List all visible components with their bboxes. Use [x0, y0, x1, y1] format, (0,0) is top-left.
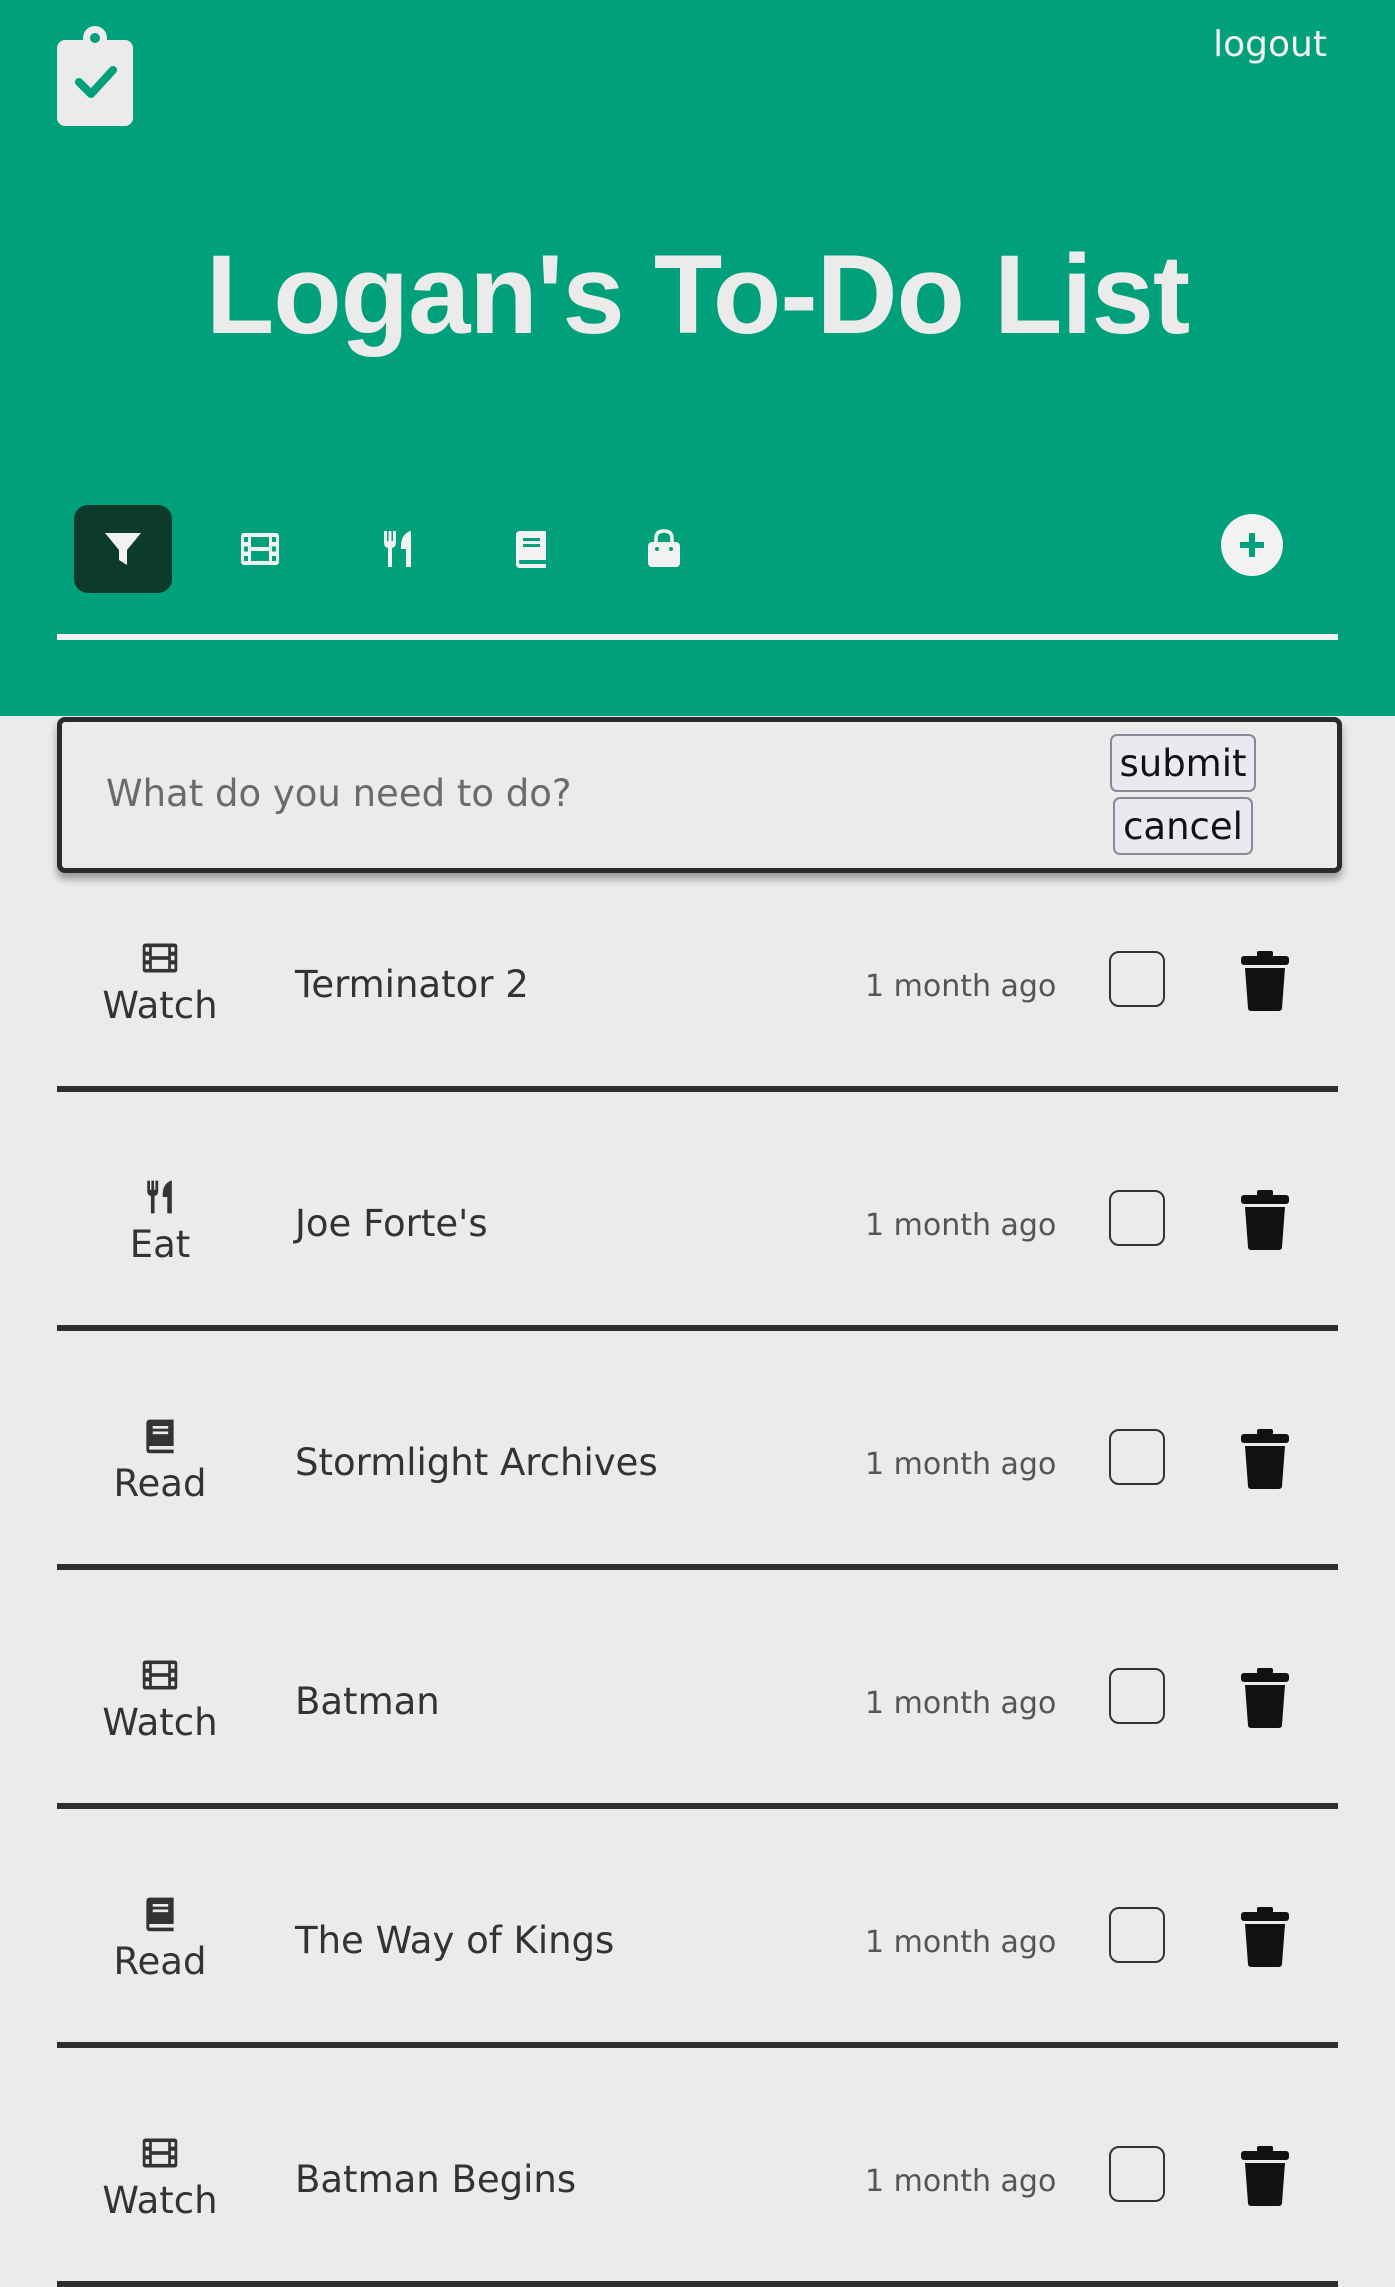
todo-timestamp: 1 month ago [865, 1208, 1057, 1243]
trash-icon[interactable] [1240, 1906, 1290, 1968]
cancel-button[interactable]: cancel [1113, 797, 1253, 855]
plus-circle-icon [1240, 533, 1264, 557]
todo-category-label: Watch [102, 1701, 218, 1744]
filter-icon [105, 533, 141, 565]
new-todo-form: submit cancel [57, 717, 1342, 873]
todo-input[interactable] [104, 762, 1008, 824]
logout-link[interactable]: logout [1213, 24, 1327, 65]
header: logout Logan's To-Do List [0, 0, 1395, 716]
trash-icon[interactable] [1240, 1189, 1290, 1251]
utensils-icon [147, 1180, 172, 1214]
todo-divider [57, 2281, 1338, 2287]
add-todo-button[interactable] [1221, 514, 1283, 576]
todo-item: Watch Batman Begins 1 month ago [57, 2048, 1338, 2287]
todo-complete-checkbox[interactable] [1109, 951, 1165, 1007]
todo-complete-checkbox[interactable] [1109, 1190, 1165, 1246]
page-title: Logan's To-Do List [205, 232, 1190, 357]
film-icon [142, 1660, 178, 1690]
todo-complete-checkbox[interactable] [1109, 1668, 1165, 1724]
clipboard-check-icon [57, 26, 133, 126]
todo-timestamp: 1 month ago [865, 1686, 1057, 1721]
todo-name: Terminator 2 [295, 963, 529, 1006]
filter-watch-button[interactable] [211, 505, 309, 593]
trash-icon[interactable] [1240, 2145, 1290, 2207]
todo-category-label: Eat [129, 1223, 191, 1266]
submit-button[interactable]: submit [1110, 734, 1256, 792]
todo-name: Stormlight Archives [295, 1441, 658, 1484]
filter-eat-button[interactable] [349, 505, 447, 593]
filter-shop-button[interactable] [615, 505, 713, 593]
todo-category-label: Read [113, 1462, 207, 1505]
book-icon [146, 1897, 174, 1932]
film-icon [241, 533, 279, 565]
shopping-bag-icon [648, 529, 680, 567]
trash-icon[interactable] [1240, 1428, 1290, 1490]
filter-read-button[interactable] [482, 505, 580, 593]
todo-complete-checkbox[interactable] [1109, 1429, 1165, 1485]
todo-item: Read The Way of Kings 1 month ago [57, 1809, 1338, 2048]
todo-item: Watch Terminator 2 1 month ago [57, 853, 1338, 1092]
todo-category-label: Watch [102, 984, 218, 1027]
todo-timestamp: 1 month ago [865, 2164, 1057, 2199]
todo-timestamp: 1 month ago [865, 1447, 1057, 1482]
todo-timestamp: 1 month ago [865, 1925, 1057, 1960]
utensils-icon [384, 531, 411, 567]
todo-item: Read Stormlight Archives 1 month ago [57, 1331, 1338, 1570]
todo-item: Watch Batman 1 month ago [57, 1570, 1338, 1809]
todo-timestamp: 1 month ago [865, 969, 1057, 1004]
filter-all-button[interactable] [74, 505, 172, 593]
trash-icon[interactable] [1240, 950, 1290, 1012]
todo-name: Batman [295, 1680, 440, 1723]
film-icon [142, 2138, 178, 2168]
film-icon [142, 943, 178, 973]
todo-category-label: Watch [102, 2179, 218, 2222]
trash-icon[interactable] [1240, 1667, 1290, 1729]
book-icon [516, 531, 546, 568]
todo-name: The Way of Kings [295, 1919, 615, 1962]
book-icon [146, 1419, 174, 1454]
header-divider [57, 634, 1338, 640]
todo-item: Eat Joe Forte's 1 month ago [57, 1092, 1338, 1331]
todo-name: Joe Forte's [295, 1202, 488, 1245]
todo-category-label: Read [113, 1940, 207, 1983]
todo-complete-checkbox[interactable] [1109, 1907, 1165, 1963]
todo-complete-checkbox[interactable] [1109, 2146, 1165, 2202]
todo-name: Batman Begins [295, 2158, 577, 2201]
